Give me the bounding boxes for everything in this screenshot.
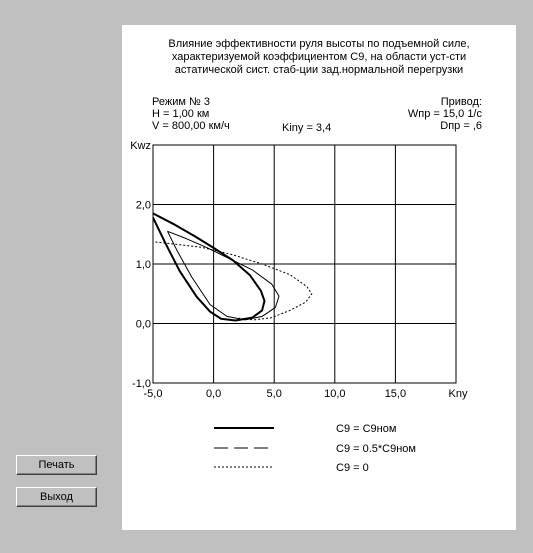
x-axis-label: Kny	[449, 388, 468, 400]
y-axis-label: Kwz	[130, 140, 151, 152]
chart-panel: Влияние эффективности руля высоты по под…	[122, 25, 516, 530]
y-tick-label: 1,0	[136, 259, 151, 271]
legend-label-1: C9 = C9ном	[336, 423, 396, 435]
legend: C9 = C9ном C9 = 0.5*C9ном C9 = 0	[214, 423, 416, 474]
y-tick-label: 2,0	[136, 200, 151, 212]
legend-label-2: C9 = 0.5*C9ном	[336, 443, 416, 455]
stability-plot: -5,0 0,0 5,0 10,0 15,0 Kny-1,00,01,02,0Kwz C9…	[130, 140, 468, 474]
x-tick-label: 10,0	[324, 388, 345, 400]
y-tick-label: -1,0	[132, 378, 151, 390]
print-button[interactable]: Печать	[16, 455, 97, 475]
x-tick-label: 0,0	[206, 388, 221, 400]
y-tick-label: 0,0	[136, 319, 151, 331]
legend-label-3: C9 = 0	[336, 462, 369, 474]
x-tick-label: 5,0	[267, 388, 282, 400]
x-tick-label: 15,0	[385, 388, 406, 400]
plot-grid	[152, 144, 457, 384]
curves	[153, 212, 313, 322]
exit-button[interactable]: Выход	[16, 487, 97, 507]
series-curve-1	[153, 212, 266, 322]
tick-labels: -5,0 0,0 5,0 10,0 15,0 Kny-1,00,01,02,0Kwz	[130, 140, 468, 400]
